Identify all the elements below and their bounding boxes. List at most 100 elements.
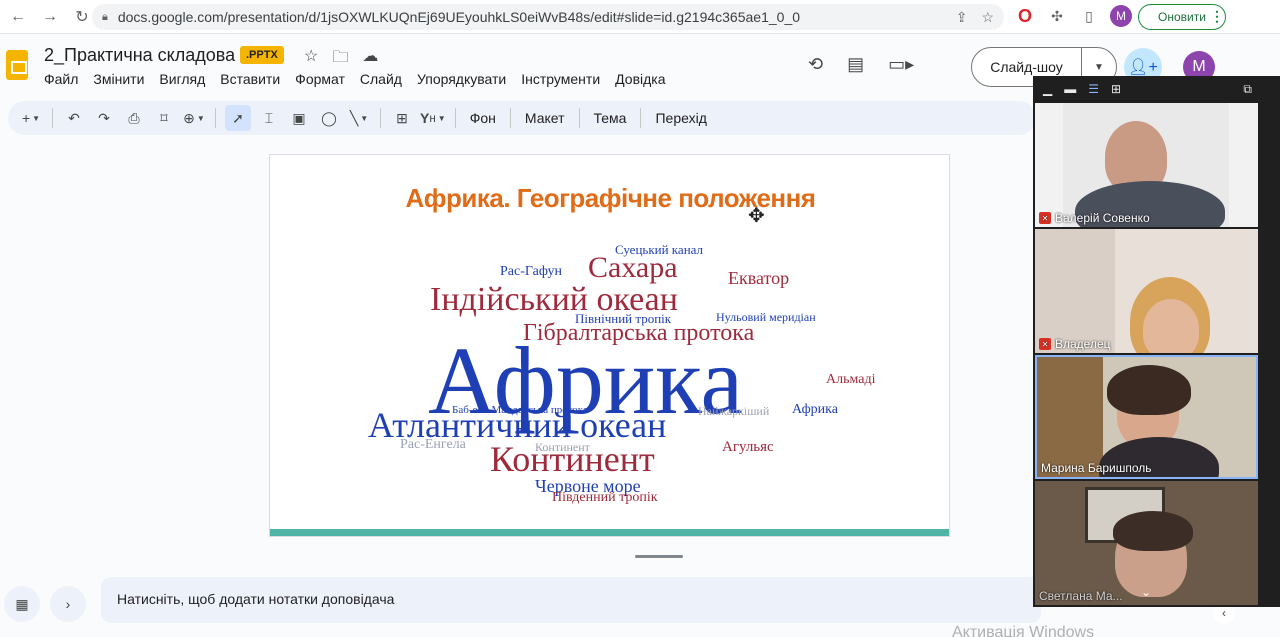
meet-camera-icon[interactable]: ▭▸	[888, 54, 914, 75]
menu-format[interactable]: Формат	[295, 71, 353, 87]
menu-edit[interactable]: Змінити	[93, 71, 152, 87]
participant-name: Светлана Ма...	[1039, 589, 1123, 603]
notes-resize-handle[interactable]	[635, 555, 683, 558]
menu-tools[interactable]: Інструменти	[521, 71, 608, 87]
google-slides-logo-icon[interactable]	[6, 50, 28, 80]
menu-arrange[interactable]: Упорядкувати	[417, 71, 514, 87]
zoom-icon[interactable]: ⊕ ▼	[182, 105, 206, 131]
menu-bar: Файл Змінити Вигляд Вставити Формат Слай…	[44, 71, 681, 87]
participant-name: ✕ Валерій Совенко	[1039, 211, 1150, 225]
cloud-status-icon[interactable]: ☁︎	[362, 46, 378, 73]
undo-icon[interactable]: ↶	[62, 105, 86, 131]
shape-icon[interactable]: ◯	[317, 105, 341, 131]
participant-name: Марина Баришполь	[1041, 461, 1152, 475]
share-page-icon[interactable]: ⇪	[956, 9, 968, 26]
forward-icon[interactable]: →	[36, 3, 64, 31]
word-cloud-word: Агульяс	[722, 439, 774, 455]
file-format-badge: .PPTX	[240, 46, 284, 64]
grid-layout-icon[interactable]: ⊞	[1111, 82, 1121, 96]
text-box-icon[interactable]: ⌶	[257, 105, 281, 131]
participant-tile[interactable]: Светлана Ма... ⌄	[1035, 481, 1258, 605]
lock-icon: 🔒︎	[102, 10, 108, 23]
chevron-down-icon[interactable]: ▼	[1082, 62, 1116, 73]
menu-view[interactable]: Вигляд	[159, 71, 213, 87]
speaker-notes-field[interactable]: Натисніть, щоб додати нотатки доповідача	[101, 577, 1041, 623]
editing-toolbar: + ▼ ↶ ↷ ⎙ ⌑ ⊕ ▼ ➚ ⌶ ▣ ◯ ╲ ▼ ⊞ Yн ▼ Фон Макет…	[8, 101, 1036, 135]
select-cursor-icon[interactable]: ➚	[225, 105, 251, 131]
image-icon[interactable]: ▣	[287, 105, 311, 131]
word-cloud-word: Південний тропік	[552, 490, 658, 505]
single-tile-icon[interactable]: ▬	[1064, 82, 1076, 96]
word-cloud-word: Континент	[535, 440, 590, 454]
paint-format-icon[interactable]: ⌑	[152, 105, 176, 131]
browser-toolbar: ← → ↻ 🔒︎ docs.google.com/presentation/d/…	[0, 0, 1280, 34]
theme-button[interactable]: Тема	[586, 110, 635, 126]
browser-menu-icon[interactable]: ⋮	[1210, 8, 1224, 25]
address-bar[interactable]: 🔒︎ docs.google.com/presentation/d/1jsOXW…	[92, 4, 1004, 30]
participant-tile[interactable]: ✕ Валерій Совенко	[1035, 103, 1258, 227]
input-tools-icon[interactable]: Yн ▼	[420, 105, 446, 131]
word-cloud-word: Північний тропік	[575, 311, 672, 326]
bookmark-star-icon[interactable]: ☆	[981, 9, 994, 26]
version-history-icon[interactable]: ⟲	[808, 54, 823, 75]
move-folder-icon[interactable]: 🗀︎	[332, 46, 348, 73]
word-cloud-word: Сахара	[588, 251, 678, 284]
divider	[640, 108, 642, 128]
browser-profile-avatar[interactable]: M	[1110, 5, 1132, 27]
menu-help[interactable]: Довідка	[615, 71, 673, 87]
minimize-icon[interactable]: ▁	[1043, 82, 1052, 96]
transition-button[interactable]: Перехід	[647, 110, 714, 126]
redo-icon[interactable]: ↷	[92, 105, 116, 131]
extensions-puzzle-icon[interactable]: ✣	[1046, 5, 1068, 27]
move-cursor-icon: ✥	[748, 205, 765, 227]
grid-view-icon[interactable]: ▦	[4, 586, 40, 622]
word-cloud-word: Нульовий меридіан	[716, 310, 816, 324]
divider	[215, 108, 216, 128]
back-icon[interactable]: ←	[4, 3, 32, 31]
participant-name-label: Валерій Совенко	[1055, 211, 1150, 225]
chevron-down-icon[interactable]: ⌄	[1141, 585, 1151, 599]
meet-participants-panel: ▁ ▬ ☰ ⊞ ⧉ ✕ Валерій Совенко ✕ Владелец М…	[1033, 76, 1260, 607]
menu-insert[interactable]: Вставити	[220, 71, 288, 87]
menu-file[interactable]: Файл	[44, 71, 86, 87]
divider	[578, 108, 580, 128]
url-text[interactable]: docs.google.com/presentation/d/1jsOXWLKU…	[118, 9, 800, 25]
word-cloud-word: Баб-ель-Мандебська протока	[452, 404, 588, 416]
windows-activation-watermark: Активація Windows	[952, 624, 1095, 637]
opera-extension-icon[interactable]: O	[1014, 5, 1036, 27]
comments-icon[interactable]: ▤	[847, 54, 864, 75]
mic-off-icon: ✕	[1039, 212, 1051, 224]
window-edge	[1260, 76, 1280, 607]
slide-canvas[interactable]: Африка. Географічне положення ✥ Африка А…	[269, 154, 950, 537]
menu-slide[interactable]: Слайд	[360, 71, 410, 87]
participant-name-label: Светлана Ма...	[1039, 589, 1123, 603]
new-slide-icon[interactable]: + ▼	[19, 105, 43, 131]
side-panel-icon[interactable]: ▯	[1078, 5, 1100, 27]
line-icon[interactable]: ╲ ▼	[347, 105, 371, 131]
meet-layout-toolbar: ▁ ▬ ☰ ⊞	[1033, 76, 1260, 102]
sidebar-layout-icon[interactable]: ☰	[1088, 82, 1099, 96]
participant-name: ✕ Владелец	[1039, 337, 1111, 351]
participant-tile[interactable]: ✕ Владелец	[1035, 229, 1258, 353]
divider	[380, 108, 381, 128]
add-comment-icon[interactable]: ⊞	[390, 105, 414, 131]
expand-window-icon[interactable]: ⧉	[1243, 82, 1252, 97]
slide-footer-bar	[270, 529, 949, 536]
word-cloud-word: Рас-Енгела	[400, 437, 466, 452]
participant-video	[1143, 299, 1199, 353]
print-icon[interactable]: ⎙	[122, 105, 146, 131]
divider	[509, 108, 511, 128]
slide-title[interactable]: Африка. Географічне положення	[270, 183, 949, 214]
word-cloud-word: Суецький канал	[615, 242, 704, 257]
background-button[interactable]: Фон	[462, 110, 504, 126]
document-title[interactable]: 2_Практична складова	[44, 45, 235, 66]
star-icon[interactable]: ☆	[304, 46, 318, 73]
layout-button[interactable]: Макет	[517, 110, 573, 126]
word-cloud-word: Рас-Гафун	[500, 264, 563, 279]
word-cloud-word: Найжаркіший	[698, 404, 770, 418]
participant-tile[interactable]: Марина Баришполь	[1035, 355, 1258, 479]
divider	[454, 108, 456, 128]
participant-name-label: Марина Баришполь	[1041, 461, 1152, 475]
participant-name-label: Владелец	[1055, 337, 1111, 351]
expand-filmstrip-icon[interactable]: ›	[50, 586, 86, 622]
